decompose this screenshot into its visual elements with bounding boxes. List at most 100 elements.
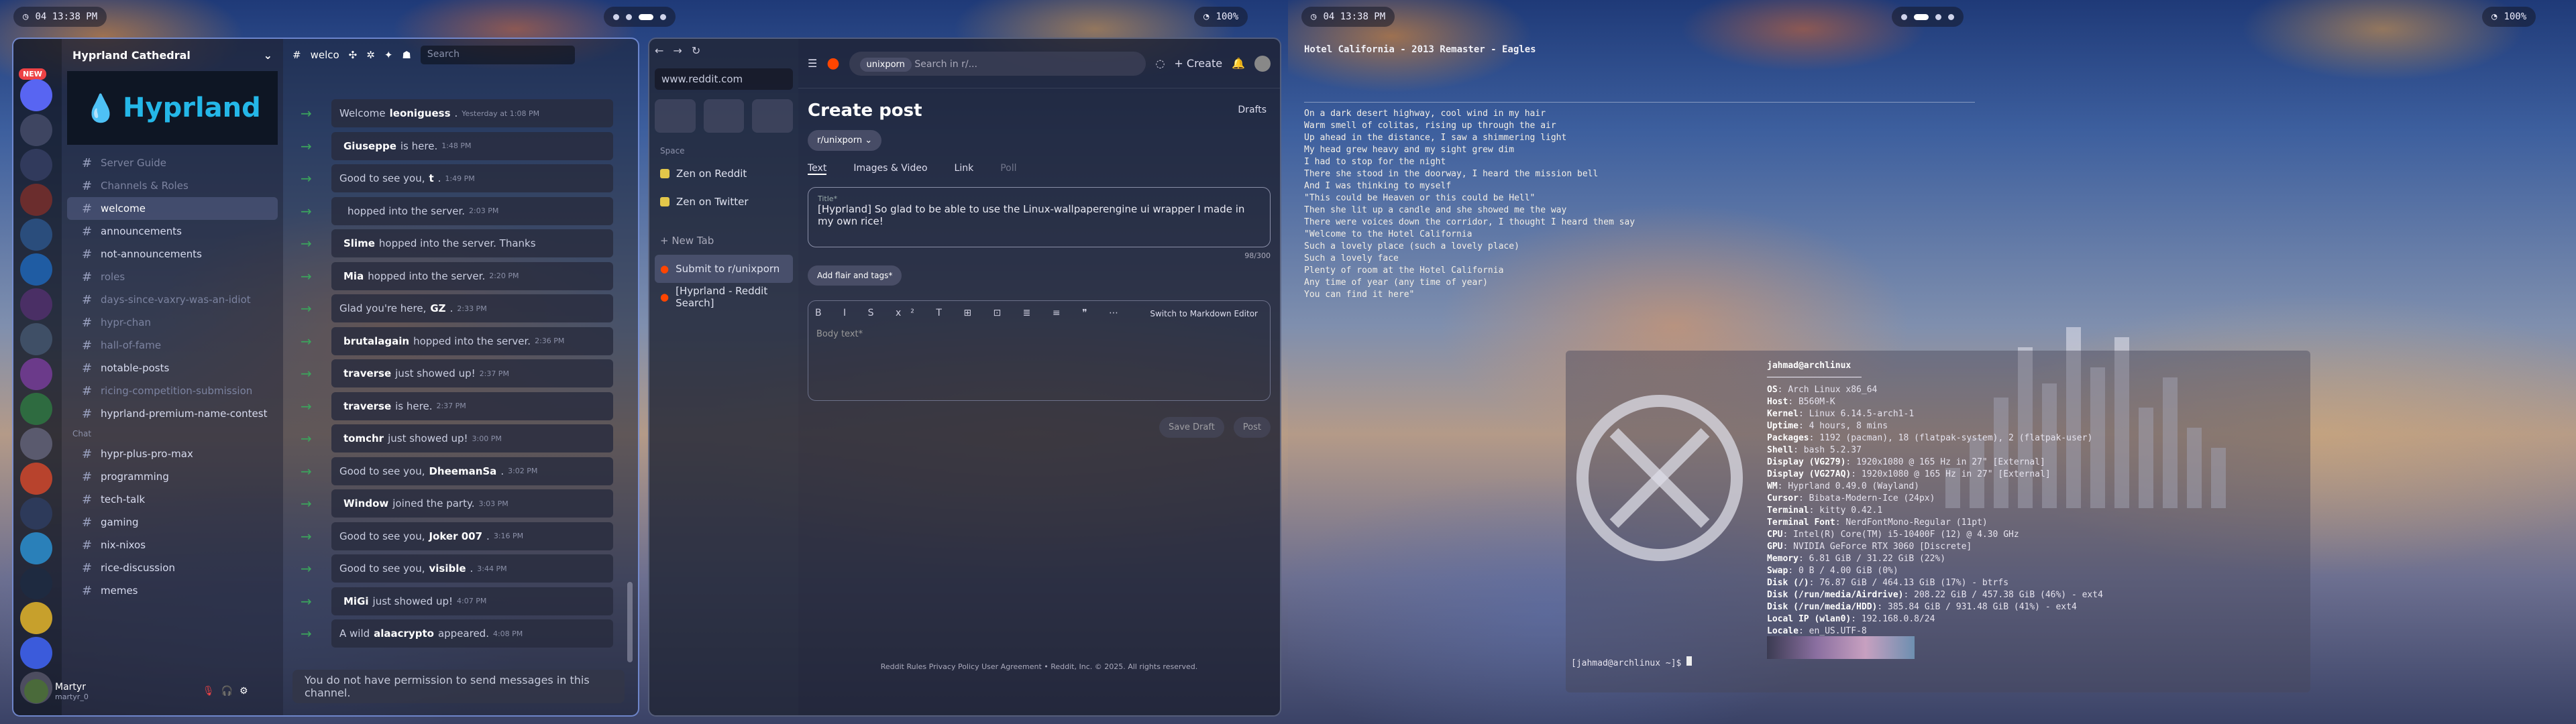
terminal-prompt[interactable]: [jahmad@archlinux ~]$ bbox=[1571, 656, 1693, 668]
server-icon[interactable] bbox=[20, 253, 52, 286]
channel-item[interactable]: # gaming bbox=[62, 511, 283, 534]
channel-item[interactable]: # not-announcements bbox=[62, 243, 283, 265]
server-icon[interactable] bbox=[20, 532, 52, 564]
username[interactable]: tomchr bbox=[343, 432, 384, 444]
drafts-link[interactable]: Drafts bbox=[1238, 105, 1267, 115]
channel-item[interactable]: # days-since-vaxry-was-an-idiot bbox=[62, 288, 283, 311]
members-icon[interactable]: ☗ bbox=[402, 49, 411, 61]
save-draft-button[interactable]: Save Draft bbox=[1159, 417, 1224, 438]
username[interactable]: traverse bbox=[343, 400, 391, 412]
body-editor[interactable]: B I S x² T ⊞ ⊡ ≣ ≡ ❞ ⋯ Switch to Markdow… bbox=[808, 300, 1271, 401]
username[interactable]: Window bbox=[343, 497, 388, 509]
workspace-indicator-right[interactable] bbox=[1892, 7, 1964, 27]
channel-item[interactable]: # memes bbox=[62, 579, 283, 602]
flair-button[interactable]: Add flair and tags* bbox=[808, 265, 902, 286]
server-icon[interactable] bbox=[20, 323, 52, 355]
battery-status-right[interactable]: ◔ 100% bbox=[2482, 7, 2536, 27]
markdown-toggle[interactable]: Switch to Markdown Editor bbox=[1150, 309, 1258, 318]
username[interactable]: brutalagain bbox=[343, 335, 409, 347]
create-button[interactable]: + Create bbox=[1174, 57, 1222, 70]
username[interactable]: visible bbox=[429, 562, 466, 575]
mic-muted-icon[interactable]: 🎙 bbox=[203, 686, 215, 697]
username[interactable]: GZ bbox=[430, 302, 445, 314]
username[interactable]: leoniguess bbox=[390, 107, 451, 119]
server-icon[interactable] bbox=[20, 637, 52, 669]
sidebar-item-zen-reddit[interactable]: Zen on Reddit bbox=[649, 160, 798, 188]
channel-item[interactable]: # notable-posts bbox=[62, 357, 283, 379]
server-icon[interactable] bbox=[20, 428, 52, 460]
channel-item[interactable]: # announcements bbox=[62, 220, 283, 243]
bell-icon[interactable]: ✲ bbox=[366, 49, 375, 61]
reload-icon[interactable]: ↻ bbox=[692, 44, 700, 57]
server-icon[interactable] bbox=[20, 184, 52, 216]
fastfetch-terminal[interactable]: jahmad@archlinux ────────────────── OS: … bbox=[1566, 351, 2310, 692]
tab-post-type[interactable]: Poll bbox=[1000, 163, 1016, 175]
notification-icon[interactable]: 🔔 bbox=[1232, 57, 1245, 70]
message-item[interactable]: → brutalagain hopped into the server. 2:36… bbox=[301, 326, 613, 355]
username[interactable]: alaacrypto bbox=[374, 627, 434, 640]
server-icon[interactable] bbox=[20, 114, 52, 146]
username[interactable]: Slime bbox=[343, 237, 375, 249]
username[interactable]: MiGi bbox=[343, 595, 369, 607]
workspace-indicator-left[interactable] bbox=[604, 7, 676, 27]
server-icon[interactable] bbox=[20, 79, 52, 111]
message-item[interactable]: → Welcome leoniguess. Yesterday at 1:08 PM bbox=[301, 99, 613, 127]
tab-post-type[interactable]: Link bbox=[955, 163, 974, 175]
chat-icon[interactable]: ◌ bbox=[1155, 57, 1165, 70]
reddit-search[interactable]: unixporn Search in r/... bbox=[849, 51, 1146, 76]
channel-item[interactable]: # tech-talk bbox=[62, 488, 283, 511]
message-item[interactable]: → Glad you're here, GZ. 2:33 PM bbox=[301, 294, 613, 322]
message-item[interactable]: → MiGi just showed up! 4:07 PM bbox=[301, 587, 613, 615]
message-item[interactable]: → Good to see you, visible. 3:44 PM bbox=[301, 554, 613, 583]
threads-icon[interactable]: ✣ bbox=[349, 49, 358, 61]
username[interactable]: DheemanSa bbox=[429, 465, 496, 477]
reddit-logo-icon[interactable]: ● bbox=[826, 55, 839, 72]
waybar-left-clock[interactable]: ◷ 04 13:38 PM bbox=[13, 7, 107, 27]
avatar[interactable] bbox=[24, 679, 48, 703]
headphones-icon[interactable]: 🎧 bbox=[221, 686, 233, 697]
server-icon[interactable] bbox=[20, 567, 52, 599]
channel-item[interactable]: # programming bbox=[62, 465, 283, 488]
server-icon[interactable] bbox=[20, 393, 52, 425]
username[interactable]: Mia bbox=[343, 270, 364, 282]
server-icon[interactable] bbox=[20, 219, 52, 251]
username[interactable]: traverse bbox=[343, 367, 391, 379]
message-item[interactable]: → tomchr just showed up! 3:00 PM bbox=[301, 424, 613, 452]
channel-item[interactable]: # Channels & Roles bbox=[62, 174, 283, 197]
pin-icon[interactable]: ✦ bbox=[384, 49, 393, 61]
message-item[interactable]: → Giuseppe is here. 1:48 PM bbox=[301, 131, 613, 160]
forward-icon[interactable]: → bbox=[673, 44, 682, 57]
sidebar-item-zen-twitter[interactable]: Zen on Twitter bbox=[649, 188, 798, 216]
server-icon[interactable] bbox=[20, 463, 52, 495]
tab-post-type[interactable]: Images & Video bbox=[853, 163, 927, 175]
pinned-tab[interactable] bbox=[703, 99, 745, 133]
url-bar[interactable]: www.reddit.com bbox=[655, 68, 793, 90]
pinned-tab[interactable] bbox=[655, 99, 696, 133]
message-item[interactable]: → Good to see you, DheemanSa. 3:02 PM bbox=[301, 457, 613, 485]
channel-item[interactable]: # Server Guide bbox=[62, 152, 283, 174]
username[interactable]: Joker 007 bbox=[429, 530, 482, 542]
message-item[interactable]: → A wild alaacrypto appeared. 4:08 PM bbox=[301, 619, 613, 648]
waybar-right-clock[interactable]: ◷ 04 13:38 PM bbox=[1301, 7, 1395, 27]
tab-submit-unixporn[interactable]: ● Submit to r/unixporn bbox=[655, 255, 793, 283]
channel-item[interactable]: # rice-discussion bbox=[62, 556, 283, 579]
menu-icon[interactable]: ☰ bbox=[808, 57, 817, 70]
channel-item[interactable]: # hyprland-premium-name-contest bbox=[62, 402, 283, 425]
back-icon[interactable]: ← bbox=[655, 44, 663, 57]
title-field[interactable]: Title* [Hyprland] So glad to be able to … bbox=[808, 187, 1271, 247]
channel-item[interactable]: # hall-of-fame bbox=[62, 334, 283, 357]
message-item[interactable]: → Window joined the party. 3:03 PM bbox=[301, 489, 613, 518]
community-selector[interactable]: r/unixporn ⌄ bbox=[808, 130, 882, 151]
server-icon[interactable] bbox=[20, 602, 52, 634]
channel-item[interactable]: # ricing-competition-submission bbox=[62, 379, 283, 402]
channel-item[interactable]: # hypr-chan bbox=[62, 311, 283, 334]
channel-item[interactable]: # nix-nixos bbox=[62, 534, 283, 556]
pinned-tab[interactable] bbox=[752, 99, 794, 133]
tab-reddit-search[interactable]: ● [Hyprland - Reddit Search] bbox=[649, 283, 798, 311]
channel-item[interactable]: # welcome bbox=[67, 197, 278, 220]
search-input[interactable]: Search bbox=[420, 46, 575, 64]
server-icon[interactable] bbox=[20, 358, 52, 390]
avatar[interactable] bbox=[1254, 55, 1271, 72]
message-item[interactable]: → Good to see you, t. 1:49 PM bbox=[301, 164, 613, 192]
message-item[interactable]: → traverse is here. 2:37 PM bbox=[301, 391, 613, 420]
